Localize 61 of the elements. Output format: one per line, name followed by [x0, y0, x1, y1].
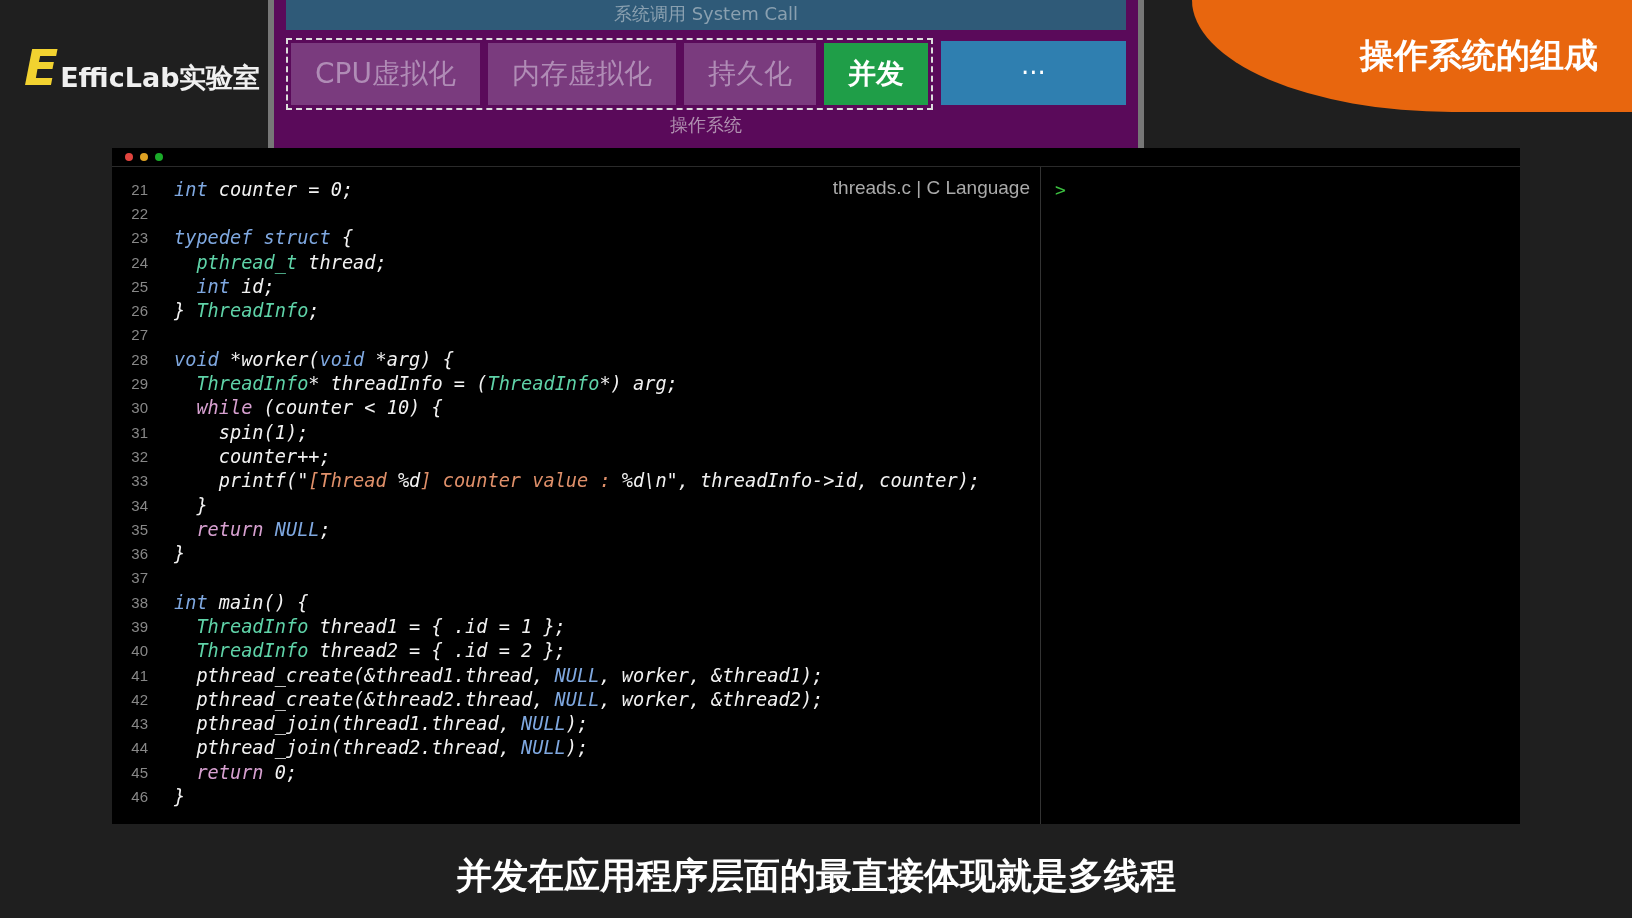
code-line: counter++;: [217, 445, 331, 467]
line-number: 44: [130, 739, 148, 757]
line-number: 31: [130, 423, 148, 441]
line-number: 32: [130, 447, 148, 465]
code-line: pthread_t thread;: [195, 251, 387, 273]
code-line: ThreadInfo thread1 = { .id = 1 };: [195, 616, 566, 637]
line-number: 41: [130, 666, 148, 684]
code-line: pthread_create(&thread1.thread, NULL, worker, &thread1);: [195, 664, 824, 686]
line-number: 24: [130, 253, 148, 271]
line-number: 35: [130, 520, 148, 538]
code-line: int counter = 0;: [174, 178, 354, 200]
line-number: 38: [130, 593, 148, 611]
code-line: pthread_join(thread1.thread, NULL);: [195, 713, 589, 735]
code-line: }: [174, 786, 186, 808]
line-number: 42: [130, 690, 148, 708]
logo-letter: E: [24, 43, 59, 93]
code-line: pthread_create(&thread2.thread, NULL, worker, &thread2);: [195, 688, 824, 710]
close-dot-icon[interactable]: [125, 153, 133, 161]
code-line: }: [195, 494, 208, 516]
code-line: int id;: [195, 275, 275, 297]
code-line: ThreadInfo thread2 = { .id = 2 };: [195, 640, 566, 662]
line-number: 36: [130, 545, 148, 563]
file-label: threads.c | C Language: [832, 177, 1030, 199]
line-number: 26: [130, 302, 148, 320]
minimize-dot-icon[interactable]: [140, 153, 148, 161]
line-number: 39: [130, 618, 148, 635]
line-number: 23: [130, 229, 148, 247]
title-banner: 操作系统的组成: [1192, 0, 1632, 112]
code-line: return 0;: [195, 761, 298, 783]
line-number: 30: [130, 399, 148, 417]
slide-top-bar: 系统调用 System Call: [286, 0, 1126, 30]
code-line: } ThreadInfo;: [174, 300, 320, 322]
console-prompt: >: [1055, 179, 1066, 200]
zoom-dot-icon[interactable]: [155, 153, 163, 161]
logo-text: EfficLab实验室: [60, 61, 261, 95]
line-number: 28: [130, 350, 148, 368]
line-number: 21: [130, 180, 148, 198]
code-line: spin(1);: [217, 421, 309, 443]
code-line: typedef struct {: [174, 227, 354, 249]
line-number: 33: [130, 472, 148, 490]
line-number: 43: [130, 715, 148, 733]
code-line: return NULL;: [195, 518, 331, 540]
line-number: 45: [130, 763, 148, 781]
line-number: 40: [130, 642, 148, 660]
line-number: 37: [130, 569, 148, 587]
more-block: ···: [940, 41, 1126, 105]
line-number: 29: [130, 375, 148, 392]
code-line: pthread_join(thread2.thread, NULL);: [195, 737, 589, 759]
line-number: 34: [130, 496, 148, 514]
line-number: 27: [130, 326, 148, 344]
line-number: 25: [130, 277, 148, 295]
code-line: while (counter < 10) {: [195, 397, 443, 419]
code-line: }: [174, 543, 186, 565]
code-line: printf("[Thread %d] counter value : %d\n", threadInfo->id, counter);: [217, 470, 981, 492]
code-line: ThreadInfo* threadInfo = (ThreadInfo*) arg;: [195, 373, 678, 394]
code-line: void *worker(void *arg) {: [174, 348, 454, 370]
code-line: int main() {: [174, 591, 309, 613]
subtitle: 并发在应用程序层面的最直接体现就是多线程: [455, 854, 1177, 898]
line-number: 46: [130, 788, 148, 806]
slide-label: 操作系统: [670, 113, 742, 137]
line-number: 22: [130, 204, 148, 222]
